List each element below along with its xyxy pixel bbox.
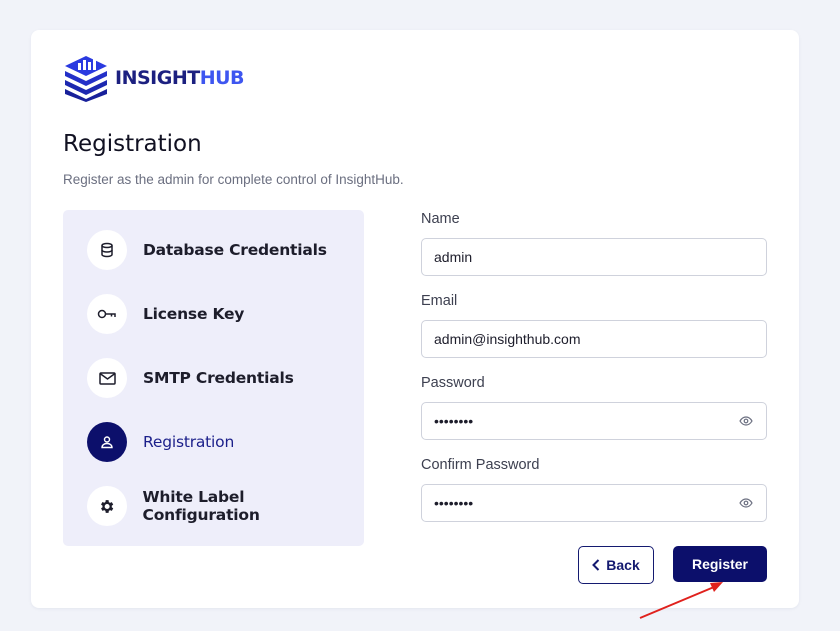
key-icon (87, 294, 127, 334)
step-label: Database Credentials (143, 241, 327, 259)
mail-icon (87, 358, 127, 398)
registration-card: INSIGHTHUB Registration Register as the … (31, 30, 799, 608)
step-white-label-configuration[interactable]: White Label Configuration (87, 486, 364, 526)
password-label: Password (421, 375, 485, 391)
email-field[interactable] (421, 320, 767, 358)
eye-icon[interactable] (738, 413, 754, 429)
password-field[interactable]: •••••••• (421, 402, 767, 440)
email-label: Email (421, 293, 458, 309)
register-button[interactable]: Register (673, 546, 767, 582)
chevron-left-icon (592, 559, 600, 571)
brand-name: INSIGHTHUB (115, 67, 245, 89)
email-input[interactable] (434, 331, 754, 347)
password-value[interactable]: •••••••• (434, 413, 738, 429)
page-subtitle: Register as the admin for complete contr… (63, 172, 404, 187)
eye-icon[interactable] (738, 495, 754, 511)
name-label: Name (421, 211, 460, 227)
database-icon (87, 230, 127, 270)
name-field[interactable] (421, 238, 767, 276)
logo-icon (65, 56, 107, 102)
step-smtp-credentials[interactable]: SMTP Credentials (87, 358, 294, 398)
step-label: White Label Configuration (142, 488, 260, 524)
back-button[interactable]: Back (578, 546, 654, 584)
name-input[interactable] (434, 249, 754, 265)
confirm-password-label: Confirm Password (421, 457, 540, 473)
page-title: Registration (63, 131, 202, 157)
confirm-password-value[interactable]: •••••••• (434, 495, 738, 511)
confirm-password-field[interactable]: •••••••• (421, 484, 767, 522)
insighthub-logo: INSIGHTHUB (63, 54, 245, 102)
back-button-label: Back (606, 557, 640, 573)
register-button-label: Register (691, 556, 749, 572)
gear-icon (87, 486, 127, 526)
step-label: SMTP Credentials (143, 369, 294, 387)
step-label: Registration (143, 433, 235, 451)
setup-steps-panel: Database Credentials License Key SMTP Cr… (63, 210, 364, 546)
step-license-key[interactable]: License Key (87, 294, 244, 334)
user-icon (87, 422, 127, 462)
step-registration[interactable]: Registration (87, 422, 234, 462)
step-database-credentials[interactable]: Database Credentials (87, 230, 327, 270)
step-label: License Key (143, 305, 245, 323)
